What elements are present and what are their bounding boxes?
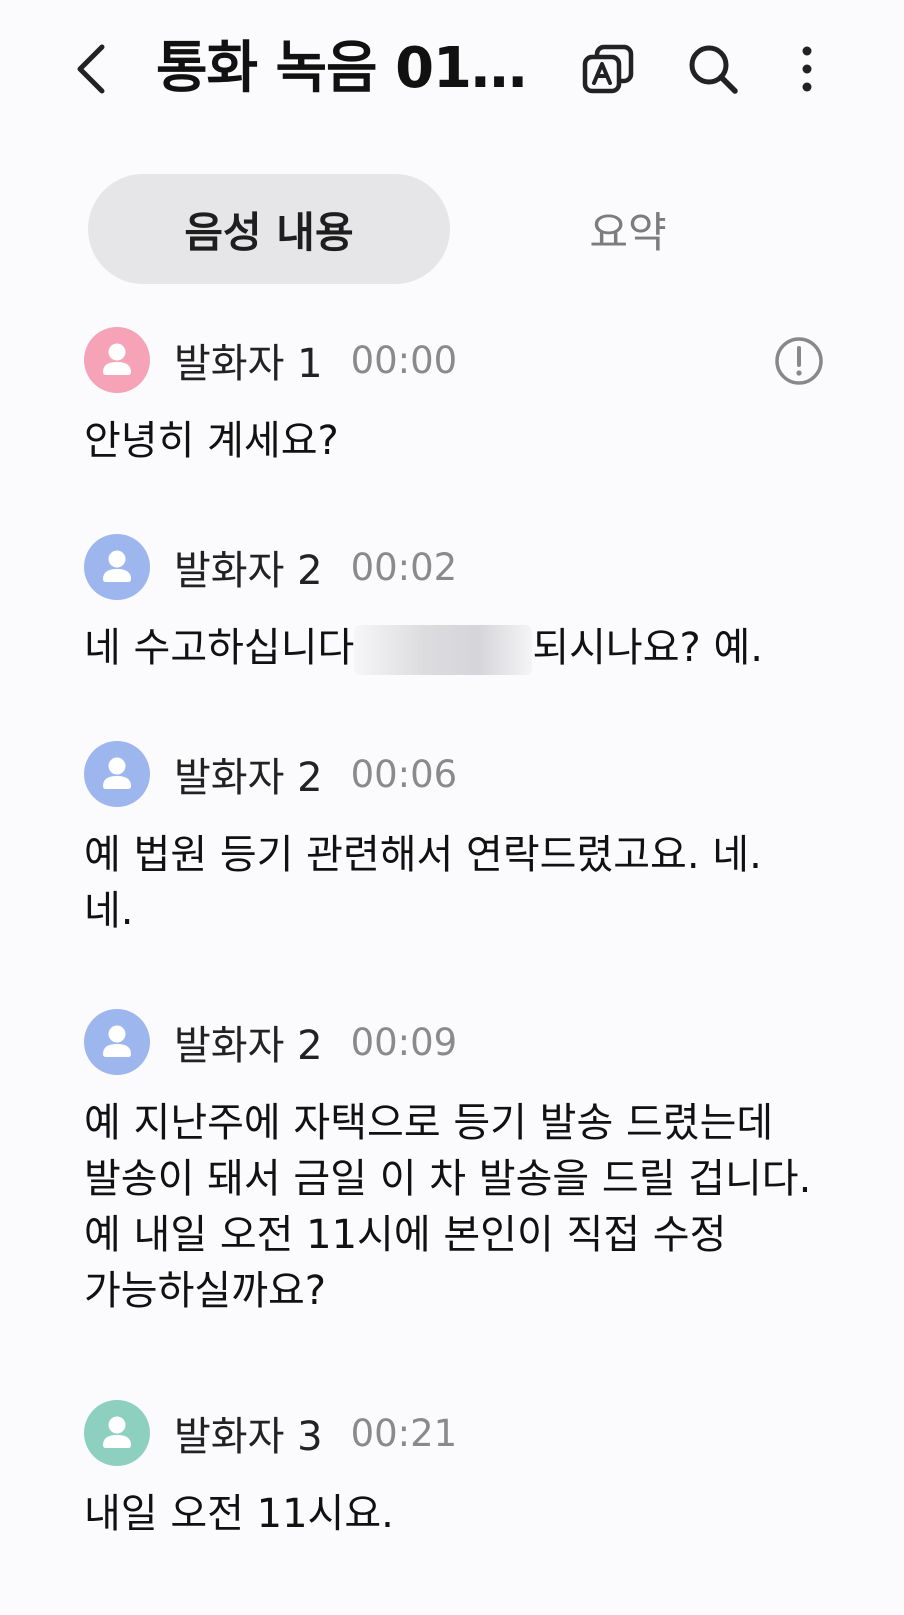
person-icon (103, 757, 131, 789)
speaker-row: 발화자 3 00:21 (84, 1400, 824, 1466)
timestamp[interactable]: 00:21 (351, 1412, 458, 1455)
avatar[interactable] (84, 1400, 150, 1466)
back-button[interactable] (62, 36, 122, 102)
person-icon (103, 1416, 131, 1448)
tab-summary[interactable]: 요약 (538, 174, 718, 284)
transcript-entry: 발화자 3 00:21 내일 오전 11시요. (84, 1400, 824, 1542)
utterance-line: 발송이 돼서 금일 이 차 발송을 드릴 겁니다. (84, 1156, 812, 1202)
search-icon (689, 45, 738, 94)
avatar[interactable] (84, 534, 150, 600)
avatar[interactable] (84, 327, 150, 393)
speaker-name[interactable]: 발화자 2 (174, 538, 323, 596)
info-button[interactable] (774, 336, 824, 386)
speaker-name[interactable]: 발화자 1 (174, 331, 323, 389)
call-transcript-screen: 통화 녹음 01… 음성 내용 요약 발화자 1 00:00 안녕히 계세요? … (0, 0, 904, 1615)
tab-voice-content[interactable]: 음성 내용 (88, 174, 450, 284)
person-icon (103, 550, 131, 582)
transcript-entry: 발화자 2 00:09 예 지난주에 자택으로 등기 발송 드렸는데 발송이 돼… (84, 1009, 824, 1319)
view-tabs: 음성 내용 요약 (88, 174, 808, 284)
speaker-row: 발화자 2 00:02 (84, 534, 824, 600)
speaker-row: 발화자 2 00:09 (84, 1009, 824, 1075)
exclamation-circle-icon (775, 337, 823, 385)
avatar[interactable] (84, 1009, 150, 1075)
page-title: 통화 녹음 01… (156, 36, 526, 101)
chevron-left-icon (77, 44, 105, 94)
person-icon (103, 343, 131, 375)
utterance-fragment: 되시나요? 예. (532, 625, 763, 671)
timestamp[interactable]: 00:02 (351, 546, 458, 589)
utterance-text[interactable]: 안녕히 계세요? (84, 413, 824, 469)
speaker-name[interactable]: 발화자 2 (174, 745, 323, 803)
utterance-text[interactable]: 예 법원 등기 관련해서 연락드렸고요. 네. 네. (84, 827, 824, 939)
utterance-line: 예 내일 오전 11시에 본인이 직접 수정 (84, 1212, 727, 1258)
speaker-row: 발화자 1 00:00 (84, 327, 824, 393)
utterance-line: 네 수고하십니다 되시나요? 예. (84, 620, 824, 676)
speaker-row: 발화자 2 00:06 (84, 741, 824, 807)
person-icon (103, 1025, 131, 1057)
utterance-line: 안녕히 계세요? (84, 418, 339, 464)
search-button[interactable] (680, 36, 746, 102)
utterance-line: 네. (84, 888, 134, 934)
more-vertical-icon (802, 46, 812, 92)
transcript-entry: 발화자 2 00:02 네 수고하십니다 되시나요? 예. (84, 534, 824, 676)
utterance-line: 가능하실까요? (84, 1268, 327, 1314)
transcript-entry: 발화자 2 00:06 예 법원 등기 관련해서 연락드렸고요. 네. 네. (84, 741, 824, 939)
translate-button[interactable] (576, 36, 642, 102)
utterance-fragment: 네 수고하십니다 (84, 625, 355, 671)
speaker-name[interactable]: 발화자 2 (174, 1013, 323, 1071)
avatar[interactable] (84, 741, 150, 807)
utterance-text[interactable]: 네 수고하십니다 되시나요? 예. (84, 620, 824, 676)
utterance-text[interactable]: 예 지난주에 자택으로 등기 발송 드렸는데 발송이 돼서 금일 이 차 발송을… (84, 1095, 824, 1319)
timestamp[interactable]: 00:09 (351, 1021, 458, 1064)
utterance-line: 내일 오전 11시요. (84, 1491, 394, 1537)
utterance-line: 예 지난주에 자택으로 등기 발송 드렸는데 (84, 1100, 774, 1146)
utterance-text[interactable]: 내일 오전 11시요. (84, 1486, 824, 1542)
transcript-entry: 발화자 1 00:00 안녕히 계세요? (84, 327, 824, 469)
translate-icon (582, 44, 634, 94)
more-options-button[interactable] (774, 36, 840, 102)
timestamp[interactable]: 00:00 (351, 339, 458, 382)
utterance-line: 예 법원 등기 관련해서 연락드렸고요. 네. (84, 832, 762, 878)
redacted-region (354, 625, 533, 675)
header-bar: 통화 녹음 01… (0, 0, 904, 150)
speaker-name[interactable]: 발화자 3 (174, 1404, 323, 1462)
timestamp[interactable]: 00:06 (351, 753, 458, 796)
